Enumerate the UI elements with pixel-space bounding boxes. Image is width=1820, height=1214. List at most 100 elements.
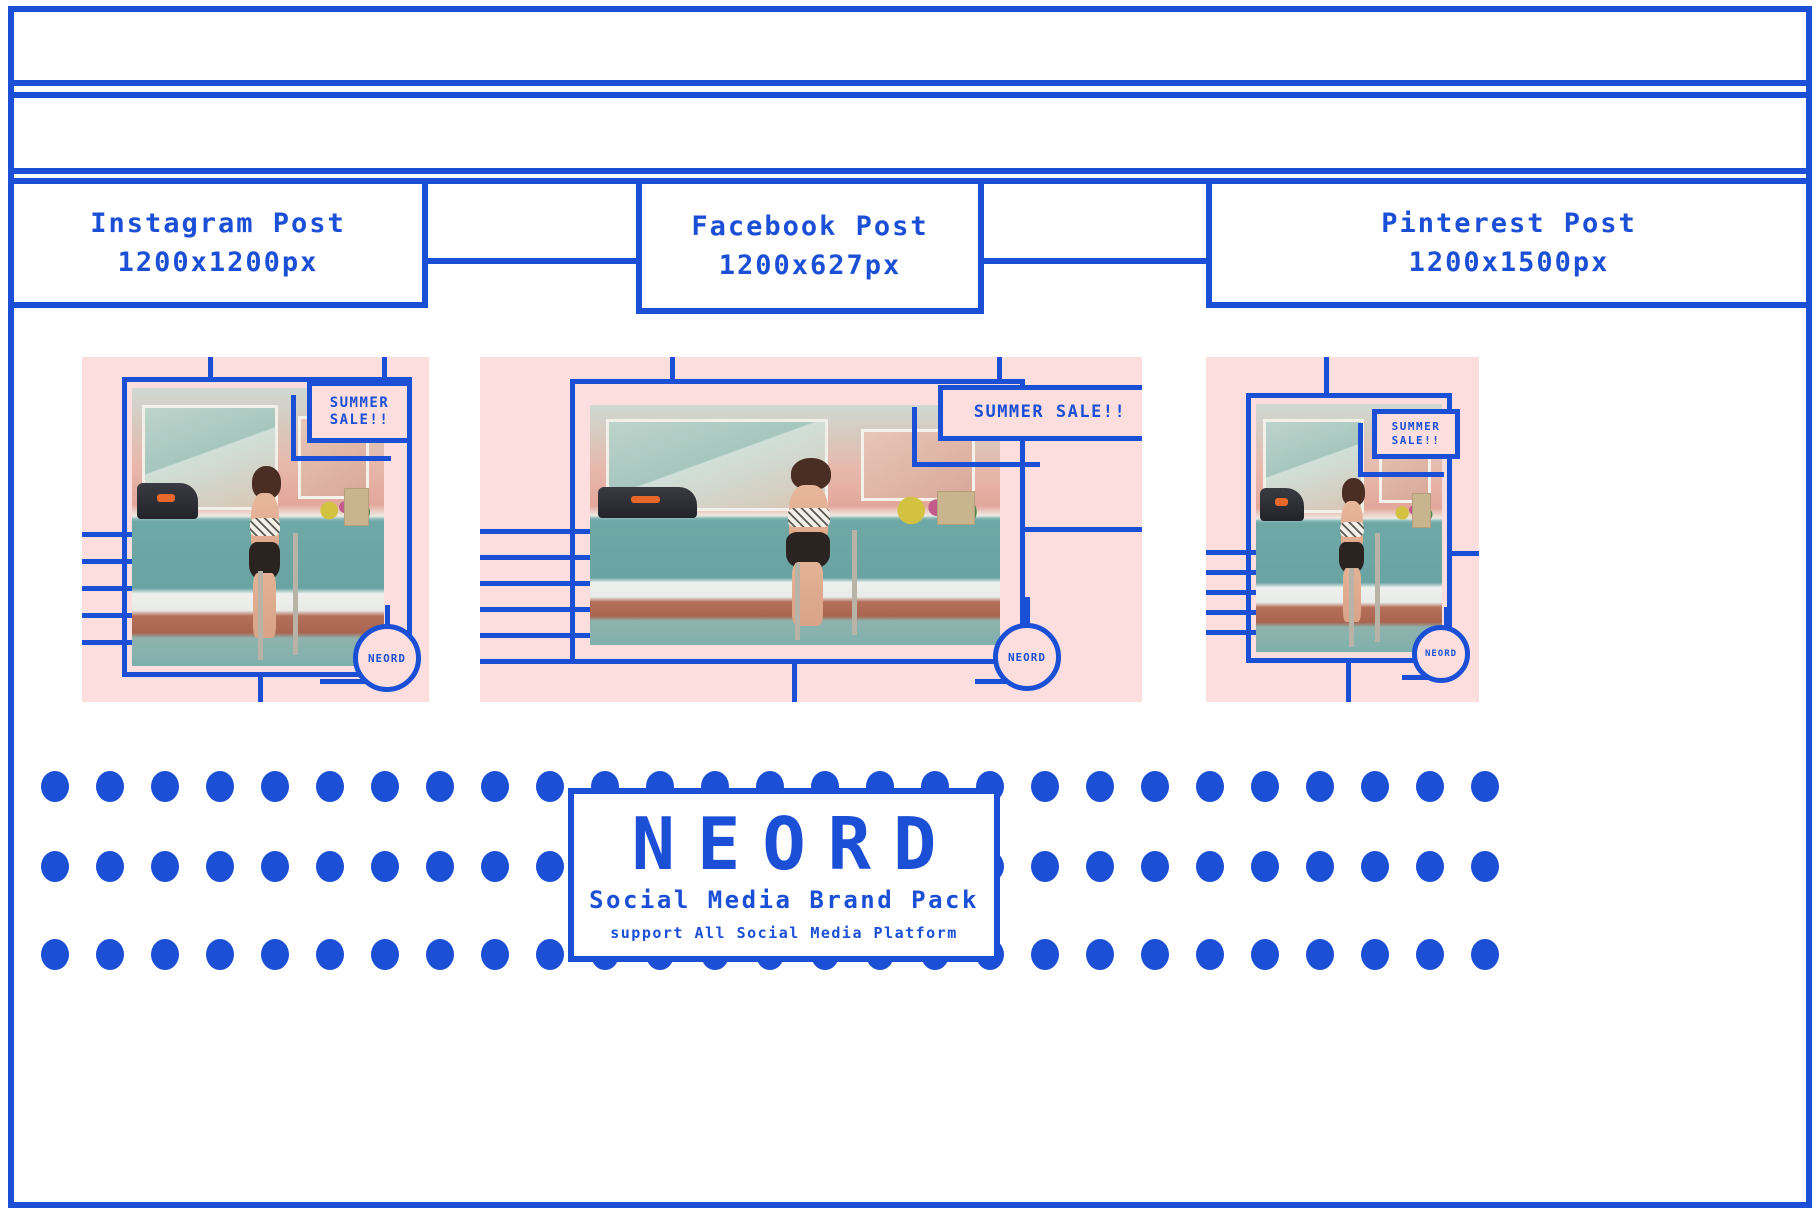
decorative-dot — [1031, 939, 1059, 970]
label-instagram-size: 1200x1200px — [117, 247, 319, 278]
sale-badge[interactable]: SUMMER SALE!! — [1372, 409, 1460, 459]
frame-side-rule — [1025, 527, 1142, 532]
decorative-dot — [481, 771, 509, 802]
label-box-instagram[interactable]: Instagram Post 1200x1200px — [8, 178, 428, 308]
decorative-dot — [481, 939, 509, 970]
decorative-dot — [206, 939, 234, 970]
decorative-dot — [1416, 851, 1444, 882]
decorative-dot — [536, 939, 564, 970]
decorative-dot — [1141, 939, 1169, 970]
sale-badge[interactable]: SUMMER SALE!! — [307, 381, 412, 443]
decorative-dot — [151, 851, 179, 882]
decorative-dot — [206, 771, 234, 802]
decorative-dot — [1086, 771, 1114, 802]
frame-stub-bottom — [792, 660, 797, 702]
decorative-dot — [1031, 771, 1059, 802]
decorative-dot — [1196, 771, 1224, 802]
decorative-dot — [1361, 771, 1389, 802]
frame-side-rule — [1452, 551, 1479, 556]
brand-wordmark: NEORD — [631, 802, 959, 886]
decorative-dot — [371, 771, 399, 802]
decorative-dot — [1141, 771, 1169, 802]
mockup-card-facebook[interactable]: SUMMER SALE!! NEORD — [480, 357, 1142, 702]
poster-canvas: Instagram Post 1200x1200px Facebook Post… — [0, 0, 1820, 1214]
decorative-dot — [481, 851, 509, 882]
brand-support-text: support All Social Media Platform — [610, 924, 958, 942]
decorative-dot — [1306, 851, 1334, 882]
decorative-dot — [1416, 771, 1444, 802]
decorative-dot — [536, 771, 564, 802]
decorative-dot — [1196, 939, 1224, 970]
frame-stub-bottom — [258, 673, 263, 702]
decorative-dot — [1416, 939, 1444, 970]
label-facebook-size: 1200x627px — [718, 250, 902, 281]
page-border-right — [1806, 6, 1812, 1208]
decorative-dot — [426, 851, 454, 882]
decorative-dot — [1361, 851, 1389, 882]
decorative-dot — [96, 851, 124, 882]
neord-badge-text: NEORD — [1424, 649, 1458, 659]
neord-badge-text: NEORD — [367, 651, 407, 665]
neord-circle-badge[interactable]: NEORD — [1412, 625, 1470, 683]
label-pinterest-name: Pinterest Post — [1381, 207, 1637, 239]
top-bar-2 — [8, 92, 1812, 174]
decorative-dot — [316, 939, 344, 970]
label-instagram-name: Instagram Post — [90, 207, 346, 239]
decorative-dot — [261, 939, 289, 970]
page-border-bottom — [8, 1202, 1812, 1208]
decorative-dot — [96, 939, 124, 970]
decorative-dot — [1251, 939, 1279, 970]
decorative-dot — [1251, 851, 1279, 882]
decorative-dot — [1196, 851, 1224, 882]
label-box-facebook[interactable]: Facebook Post 1200x627px — [636, 178, 984, 314]
decorative-dot — [316, 771, 344, 802]
top-bar-1 — [8, 6, 1812, 86]
decorative-dot — [1471, 939, 1499, 970]
decorative-dot — [1141, 851, 1169, 882]
sale-badge[interactable]: SUMMER SALE!! — [938, 385, 1142, 441]
neord-badge-text: NEORD — [1007, 650, 1047, 664]
label-box-pinterest[interactable]: Pinterest Post 1200x1500px — [1206, 178, 1812, 308]
sale-badge-text: SUMMER SALE!! — [973, 402, 1127, 423]
decorative-dot — [41, 939, 69, 970]
decorative-dot — [1031, 851, 1059, 882]
frame-stub-top-2 — [997, 357, 1002, 383]
decorative-dot — [206, 851, 234, 882]
decorative-dot — [1306, 939, 1334, 970]
decorative-dot — [1251, 771, 1279, 802]
page-border-left — [8, 6, 14, 1208]
connector-2-top — [984, 178, 1206, 184]
brand-subtitle: Social Media Brand Pack — [589, 886, 979, 914]
decorative-dot — [426, 771, 454, 802]
frame-stub-bottom — [1346, 659, 1351, 702]
sale-badge-text: SUMMER SALE!! — [1391, 420, 1441, 447]
decorative-dot — [426, 939, 454, 970]
decorative-dot — [371, 851, 399, 882]
decorative-dot — [41, 771, 69, 802]
decorative-dot — [96, 771, 124, 802]
decorative-dot — [261, 771, 289, 802]
mockup-card-pinterest[interactable]: SUMMER SALE!! NEORD — [1206, 357, 1479, 702]
decorative-dot — [1306, 771, 1334, 802]
frame-stub-top — [1324, 357, 1329, 397]
logo-plate[interactable]: NEORD Social Media Brand Pack support Al… — [568, 788, 1000, 962]
decorative-dot — [1471, 851, 1499, 882]
decorative-dot — [536, 851, 564, 882]
decorative-dot — [41, 851, 69, 882]
decorative-dot — [371, 939, 399, 970]
decorative-dot — [261, 851, 289, 882]
frame-stub-top-2 — [382, 357, 387, 381]
frame-stub-top — [208, 357, 213, 381]
frame-stub-top — [670, 357, 675, 383]
connector-1 — [428, 258, 642, 264]
decorative-dot — [151, 771, 179, 802]
neord-circle-badge[interactable]: NEORD — [993, 623, 1061, 691]
neord-circle-badge[interactable]: NEORD — [353, 624, 421, 692]
mockup-card-instagram[interactable]: SUMMER SALE!! NEORD — [82, 357, 429, 702]
decorative-dot — [1086, 851, 1114, 882]
connector-2 — [984, 258, 1206, 264]
connector-1-top — [428, 178, 642, 184]
decorative-dot — [316, 851, 344, 882]
decorative-dot — [1471, 771, 1499, 802]
decorative-dot — [1086, 939, 1114, 970]
